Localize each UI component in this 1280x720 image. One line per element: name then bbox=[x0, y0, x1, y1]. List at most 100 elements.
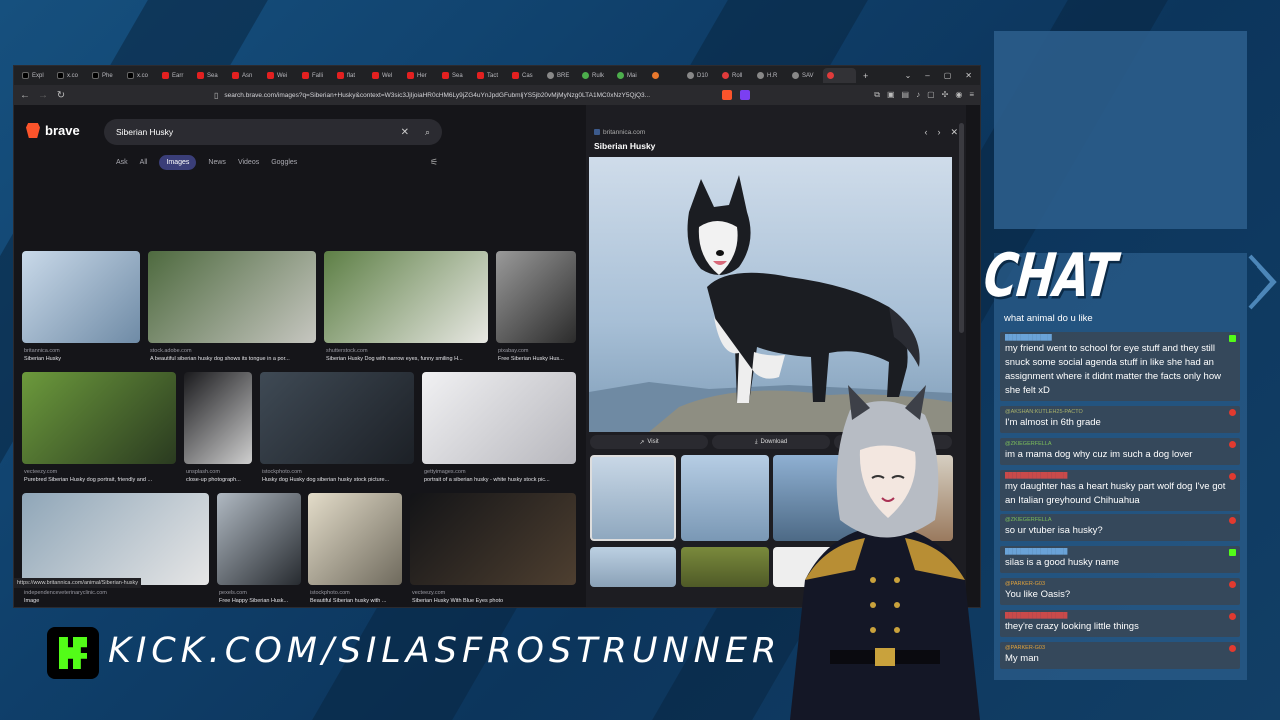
browser-tab[interactable]: H.R bbox=[753, 68, 786, 83]
result-caption[interactable]: gettyimages.com portrait of a siberian hu… bbox=[424, 468, 578, 484]
result-caption[interactable]: unsplash.com close-up photograph... bbox=[186, 468, 254, 484]
panel-title[interactable]: Siberian Husky bbox=[594, 141, 655, 151]
tab-images[interactable]: Images bbox=[159, 155, 197, 170]
result-caption[interactable]: vecteezy.com Siberian Husky With Blue Eye… bbox=[412, 589, 578, 605]
browser-tab[interactable]: flat bbox=[333, 68, 366, 83]
filter-icon[interactable]: ⚟ bbox=[430, 157, 438, 168]
forward-icon[interactable]: → bbox=[38, 90, 48, 101]
browser-tab[interactable]: Phe bbox=[88, 68, 121, 83]
related-thumb[interactable] bbox=[590, 547, 676, 587]
close-icon[interactable]: ✕ bbox=[950, 127, 958, 138]
related-thumb[interactable] bbox=[681, 455, 769, 541]
brave-logo[interactable]: brave bbox=[26, 123, 80, 138]
globe-icon bbox=[582, 72, 589, 79]
new-tab-icon[interactable]: + bbox=[858, 71, 873, 81]
browser-tab[interactable]: Tact bbox=[473, 68, 506, 83]
browser-tab[interactable]: Her bbox=[403, 68, 436, 83]
tab-search-icon[interactable]: ⌄ bbox=[905, 71, 912, 80]
browser-tab[interactable]: Asn bbox=[228, 68, 261, 83]
menu-icon[interactable]: ≡ bbox=[969, 90, 974, 100]
tab-ask[interactable]: Ask bbox=[116, 159, 128, 166]
result-caption[interactable]: shutterstock.com Siberian Husky Dog with … bbox=[326, 347, 490, 363]
browser-tab[interactable]: Wei bbox=[263, 68, 296, 83]
browser-tab[interactable]: Sea bbox=[193, 68, 226, 83]
brave-shields-icon[interactable] bbox=[722, 90, 732, 100]
tab-all[interactable]: All bbox=[140, 159, 148, 166]
result-caption[interactable]: istockphoto.com Beautiful Siberian husky … bbox=[310, 589, 404, 605]
result-image[interactable] bbox=[184, 372, 252, 464]
wallet-icon[interactable]: ▤ bbox=[902, 90, 910, 100]
result-image[interactable] bbox=[410, 493, 576, 585]
result-caption[interactable]: stock.adobe.com A beautiful siberian husk… bbox=[150, 347, 318, 363]
next-icon[interactable]: › bbox=[937, 127, 940, 138]
clear-icon[interactable]: ✕ bbox=[401, 127, 409, 138]
result-caption[interactable]: independenceveterinaryclinic.com Image bbox=[24, 589, 211, 605]
tab-videos[interactable]: Videos bbox=[238, 159, 259, 166]
result-caption[interactable]: istockphoto.com Husky dog Husky dog siber… bbox=[262, 468, 416, 484]
browser-tab[interactable]: Earr bbox=[158, 68, 191, 83]
result-image[interactable] bbox=[308, 493, 402, 585]
related-thumb[interactable] bbox=[681, 547, 769, 587]
music-icon[interactable]: ♪ bbox=[916, 90, 920, 100]
address-bar[interactable]: ▯ search.brave.com/images?q=Siberian+Hus… bbox=[214, 88, 714, 102]
result-caption[interactable]: pexels.com Free Happy Siberian Husk... bbox=[219, 589, 303, 605]
scrollbar[interactable] bbox=[959, 123, 964, 333]
result-image[interactable] bbox=[324, 251, 488, 343]
back-icon[interactable]: ← bbox=[20, 90, 30, 101]
chat-text: My man bbox=[1005, 653, 1039, 664]
bookmark-icon[interactable]: ▯ bbox=[214, 91, 218, 100]
related-thumb[interactable] bbox=[590, 455, 676, 541]
visit-label: Visit bbox=[647, 439, 659, 445]
search-tabs: Ask All Images News Videos Goggles bbox=[116, 155, 297, 170]
browser-tab[interactable] bbox=[823, 68, 856, 83]
result-image[interactable] bbox=[260, 372, 414, 464]
result-source: vecteezy.com bbox=[412, 590, 446, 596]
result-caption[interactable]: britannica.com Siberian Husky bbox=[24, 347, 142, 363]
extension-icon[interactable]: ⧉ bbox=[874, 90, 880, 100]
browser-tab[interactable]: Roll bbox=[718, 68, 751, 83]
panel-nav: ‹ › ✕ bbox=[924, 127, 958, 138]
result-image[interactable] bbox=[496, 251, 576, 343]
result-caption[interactable]: pixabay.com Free Siberian Husky Hus... bbox=[498, 347, 578, 363]
tab-news[interactable]: News bbox=[208, 159, 226, 166]
result-image[interactable] bbox=[22, 493, 209, 585]
result-image[interactable] bbox=[422, 372, 576, 464]
result-image[interactable] bbox=[22, 372, 176, 464]
chat-text: I'm almost in 6th grade bbox=[1005, 417, 1101, 428]
chat-message: @ZKIEGERFELLA so ur vtuber isa husky? bbox=[1000, 514, 1240, 541]
result-image[interactable] bbox=[148, 251, 316, 343]
browser-tab[interactable]: x.co bbox=[53, 68, 86, 83]
sidebar-icon[interactable]: ▣ bbox=[887, 90, 895, 100]
brand-name: brave bbox=[45, 123, 80, 138]
brave-rewards-icon[interactable] bbox=[740, 90, 750, 100]
browser-tab[interactable]: Cas bbox=[508, 68, 541, 83]
visit-button[interactable]: ↗ Visit bbox=[590, 435, 708, 449]
browser-tab[interactable]: Expl bbox=[18, 68, 51, 83]
vpn-icon[interactable]: ◉ bbox=[955, 90, 962, 100]
browser-tab[interactable]: SAV bbox=[788, 68, 821, 83]
browser-tab[interactable]: Rulk bbox=[578, 68, 611, 83]
puzzle-icon[interactable]: ✣ bbox=[942, 90, 949, 100]
browser-tab[interactable] bbox=[648, 68, 681, 83]
browser-tab[interactable]: BRE bbox=[543, 68, 576, 83]
panel-source[interactable]: britannica.com bbox=[603, 129, 645, 136]
browser-tab[interactable]: D10 bbox=[683, 68, 716, 83]
screenshot-icon[interactable]: ▢ bbox=[927, 90, 935, 100]
maximize-icon[interactable]: ▢ bbox=[944, 71, 952, 80]
result-image[interactable] bbox=[22, 251, 140, 343]
browser-tab[interactable]: Mai bbox=[613, 68, 646, 83]
close-window-icon[interactable]: ✕ bbox=[965, 71, 972, 80]
search-icon[interactable]: ⌕ bbox=[425, 127, 430, 138]
result-image[interactable] bbox=[217, 493, 301, 585]
search-input[interactable]: Siberian Husky ✕ ⌕ bbox=[104, 119, 442, 145]
browser-tab[interactable]: Wel bbox=[368, 68, 401, 83]
tab-goggles[interactable]: Goggles bbox=[271, 159, 297, 166]
result-caption[interactable]: vecteezy.com Purebred Siberian Husky dog … bbox=[24, 468, 178, 484]
browser-tab[interactable]: Falli bbox=[298, 68, 331, 83]
browser-tab[interactable]: x.co bbox=[123, 68, 156, 83]
minimize-icon[interactable]: – bbox=[925, 71, 929, 80]
reload-icon[interactable]: ↻ bbox=[56, 90, 66, 101]
prev-icon[interactable]: ‹ bbox=[924, 127, 927, 138]
chat-message: ████████████ my friend went to school for… bbox=[1000, 332, 1240, 401]
browser-tab[interactable]: Sea bbox=[438, 68, 471, 83]
